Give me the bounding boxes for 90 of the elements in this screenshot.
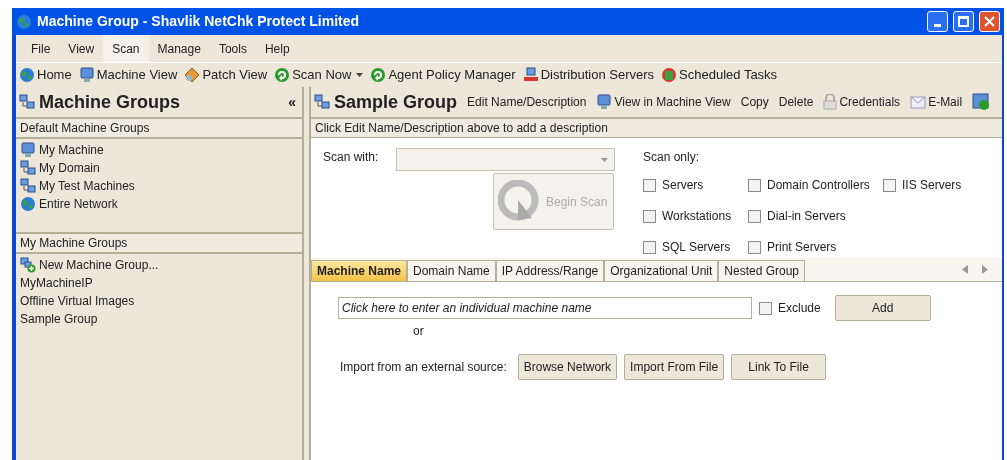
section-header: Default Machine Groups <box>16 119 302 139</box>
toolbar-button[interactable]: Scheduled Tasks <box>661 65 778 85</box>
tab[interactable]: IP Address/Range <box>495 260 605 281</box>
section-header: My Machine Groups <box>16 234 302 254</box>
tasks-icon <box>661 67 678 83</box>
toolbar-button[interactable]: Machine View <box>78 65 178 85</box>
diamond-icon <box>184 67 201 83</box>
field-label: Scan with: <box>323 149 379 166</box>
checkbox-label: Servers <box>662 177 704 194</box>
checkbox[interactable] <box>643 209 656 223</box>
checkbox-label: Exclude <box>778 300 821 317</box>
envelope-icon <box>910 94 927 110</box>
panel-title: Machine Groups <box>39 90 182 114</box>
action-button[interactable]: View in Machine View <box>596 93 731 111</box>
scroll-right-icon[interactable] <box>982 265 988 274</box>
lock-icon <box>823 94 838 110</box>
monitor-icon <box>78 67 95 83</box>
monitor-icon <box>20 142 36 158</box>
sidebar-item[interactable]: My Machine <box>20 142 298 158</box>
sidebar-item[interactable]: MyMachineIP <box>20 275 298 291</box>
add-button[interactable]: Add <box>834 295 931 321</box>
tab[interactable]: Domain Name <box>407 260 496 281</box>
network-icon <box>314 94 330 110</box>
monitor-icon <box>596 94 613 110</box>
field-label: Scan only: <box>643 149 701 166</box>
action-button[interactable]: Credentials <box>823 93 901 111</box>
sidebar-item[interactable]: Sample Group <box>20 311 298 327</box>
toolbar-button[interactable]: Patch View <box>184 65 268 85</box>
globe-icon <box>20 196 36 212</box>
sidebar-item[interactable]: My Test Machines <box>20 178 298 194</box>
menu-item[interactable]: Scan <box>103 35 149 62</box>
checkbox[interactable] <box>748 178 761 192</box>
toolbar-button[interactable]: Distribution Servers <box>522 65 655 85</box>
or-label: or <box>413 323 425 340</box>
menu-item[interactable]: View <box>59 35 104 62</box>
collapse-button[interactable]: « <box>288 91 299 113</box>
import-button[interactable]: Import From File <box>624 354 725 380</box>
refresh-icon <box>370 67 387 83</box>
tab[interactable]: Organizational Unit <box>604 260 719 281</box>
checkbox[interactable] <box>643 178 656 192</box>
sidebar-item[interactable]: Offline Virtual Images <box>20 293 298 309</box>
checkbox[interactable] <box>643 240 656 254</box>
checkbox[interactable] <box>748 240 761 254</box>
action-button[interactable]: E-Mail <box>910 93 963 111</box>
checkbox-label: SQL Servers <box>662 239 731 256</box>
checkbox[interactable] <box>883 178 896 192</box>
menu-item[interactable]: File <box>22 35 60 62</box>
globe-icon <box>19 67 35 83</box>
checkbox-label: Domain Controllers <box>767 177 870 194</box>
checkbox-label: Print Servers <box>767 239 837 256</box>
caret-icon <box>601 157 609 162</box>
toolbar-button[interactable]: Home <box>19 65 72 85</box>
network-icon <box>19 94 35 110</box>
checkbox-label: IIS Servers <box>902 177 962 194</box>
action-button[interactable]: Edit Name/Description <box>467 93 587 111</box>
close-icon <box>984 16 995 27</box>
sidebar-item[interactable]: My Domain <box>20 160 298 176</box>
sidebar-item[interactable]: Entire Network <box>20 196 298 212</box>
tab[interactable]: Machine Name <box>311 260 408 281</box>
import-button[interactable]: Link To File <box>731 354 827 380</box>
help-icon[interactable] <box>972 93 991 111</box>
tab[interactable]: Nested Group <box>718 260 806 281</box>
toolbar-button[interactable]: Scan Now <box>274 65 364 85</box>
servers-icon <box>522 67 539 83</box>
menu-item[interactable]: Help <box>255 35 299 62</box>
group-title: Sample Group <box>334 90 458 114</box>
globe-icon <box>16 13 32 30</box>
action-button[interactable]: Copy <box>740 93 769 111</box>
menu-item[interactable]: Tools <box>209 35 256 62</box>
description-bar: Click Edit Name/Description above to add a description <box>311 117 1002 137</box>
machine-name-field[interactable]: Click here to enter an individual machine name <box>338 297 752 319</box>
scroll-left-icon[interactable] <box>962 265 968 274</box>
checkbox[interactable] <box>759 301 772 315</box>
import-label: Import from an external source: <box>340 359 507 376</box>
network-icon <box>20 178 36 194</box>
action-button[interactable]: Delete <box>778 93 814 111</box>
add-group-icon <box>20 257 36 273</box>
checkbox-label: Dial-in Servers <box>767 208 846 225</box>
window-title: Machine Group - Shavlik NetChk Protect Limited <box>37 12 361 31</box>
refresh-icon <box>274 67 291 83</box>
network-icon <box>20 160 36 176</box>
minimize-button[interactable] <box>927 11 948 32</box>
import-button[interactable]: Browse Network <box>517 354 618 380</box>
checkbox-label: Workstations <box>662 208 732 225</box>
sidebar-item[interactable]: New Machine Group... <box>20 257 298 273</box>
maximize-button[interactable] <box>953 11 974 32</box>
checkbox[interactable] <box>748 209 761 223</box>
close-button[interactable] <box>979 11 1000 32</box>
toolbar-button[interactable]: Agent Policy Manager <box>370 65 516 85</box>
menu-item[interactable]: Manage <box>148 35 210 62</box>
